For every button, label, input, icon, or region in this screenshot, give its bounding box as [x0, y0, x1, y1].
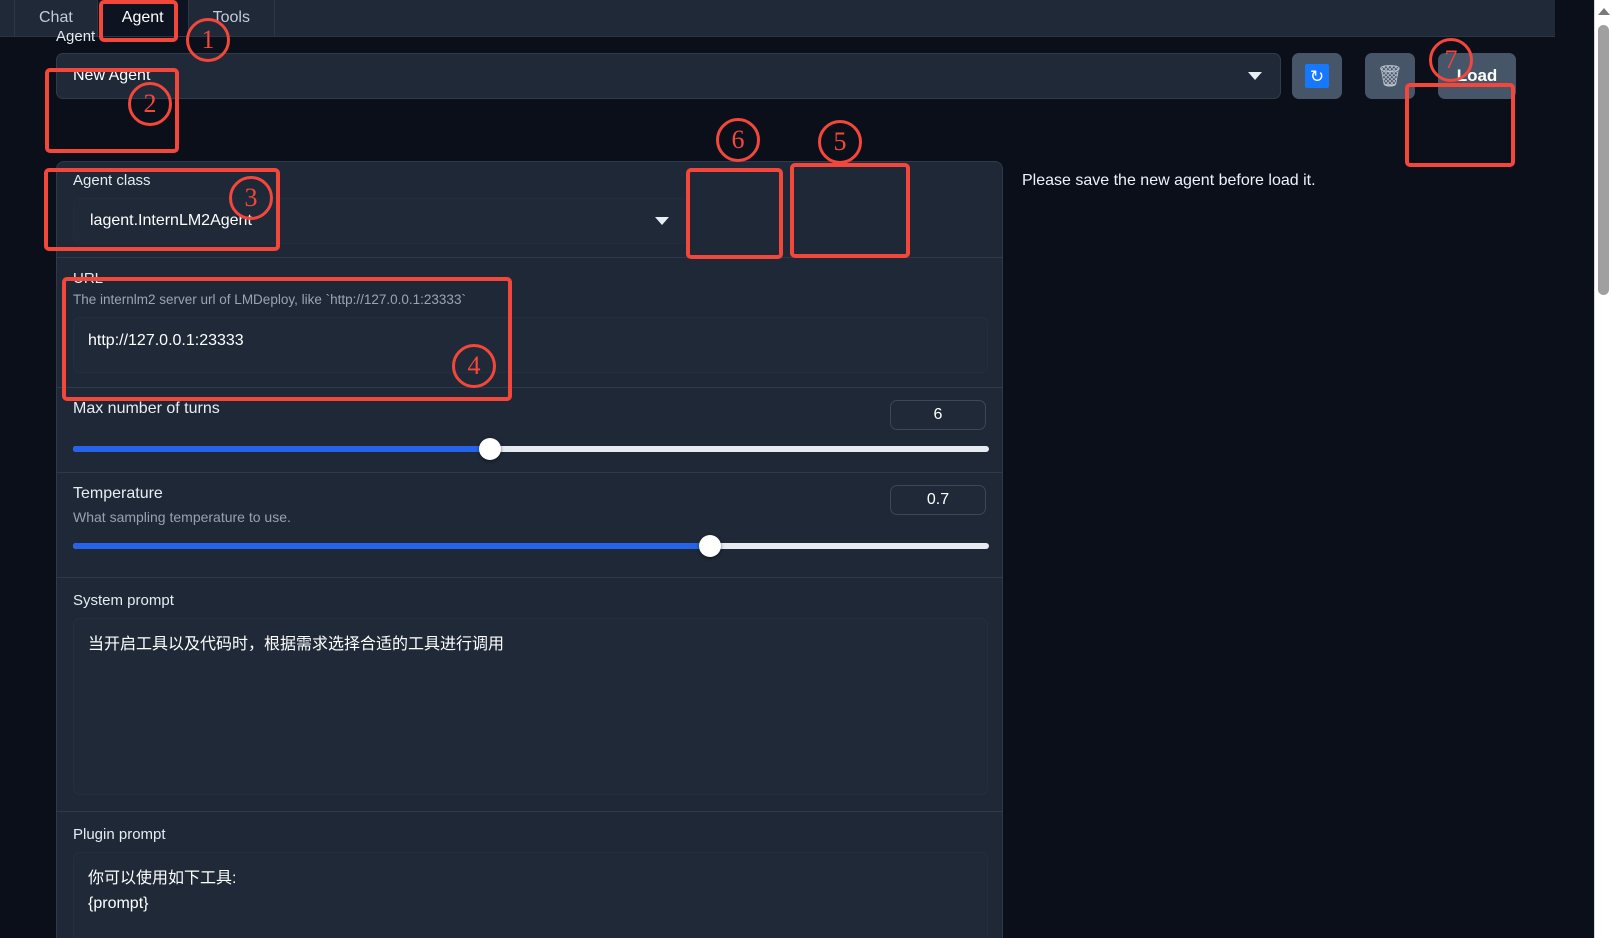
app-root: Chat Agent Tools Agent New Agent ↻ 🗑 Loa…	[0, 0, 1612, 938]
annotation-marker-6: 6	[716, 118, 760, 162]
status-message: Please save the new agent before load it…	[1022, 172, 1316, 189]
max-turns-row: Max number of turns 6	[57, 388, 1002, 473]
url-label: URL	[73, 270, 104, 287]
page-scrollbar[interactable]	[1594, 0, 1612, 938]
delete-button[interactable]: 🗑	[1365, 53, 1415, 99]
refresh-icon: ↻	[1305, 64, 1329, 88]
temperature-row: Temperature What sampling temperature to…	[57, 473, 1002, 578]
max-turns-value[interactable]: 6	[890, 400, 986, 430]
agent-class-label: Agent class	[73, 172, 151, 189]
temperature-help-text: What sampling temperature to use.	[73, 509, 291, 525]
load-button[interactable]: Load	[1438, 53, 1516, 99]
agent-selector-label: Agent	[56, 28, 96, 45]
tab-agent-label: Agent	[121, 9, 164, 26]
agent-dropdown-value: New Agent	[73, 67, 151, 84]
temperature-value[interactable]: 0.7	[890, 485, 986, 515]
agent-class-dropdown[interactable]: lagent.InternLM2Agent	[73, 198, 688, 244]
url-input[interactable]	[73, 317, 988, 373]
trash-icon: 🗑	[1376, 64, 1404, 88]
refresh-button[interactable]: ↻	[1292, 53, 1342, 99]
max-turns-slider-knob[interactable]	[478, 438, 501, 460]
tab-tools-label: Tools	[212, 9, 250, 26]
tab-chat-label: Chat	[39, 9, 73, 26]
max-turns-slider[interactable]	[73, 438, 989, 460]
chevron-down-icon	[1248, 72, 1262, 80]
annotation-marker-5: 5	[818, 120, 862, 164]
agent-settings-panel: Agent class lagent.InternLM2Agent URL Th…	[56, 161, 1003, 938]
agent-class-value: lagent.InternLM2Agent	[90, 212, 252, 229]
url-row: URL The internlm2 server url of LMDeploy…	[57, 258, 1002, 388]
plugin-prompt-label: Plugin prompt	[73, 826, 166, 843]
temperature-label: Temperature	[73, 485, 163, 502]
url-help-text: The internlm2 server url of LMDeploy, li…	[73, 292, 466, 307]
system-prompt-row: System prompt	[57, 578, 1002, 812]
temperature-slider-knob[interactable]	[698, 535, 721, 557]
scrollbar-thumb[interactable]	[1598, 25, 1609, 295]
temperature-slider-fill	[73, 543, 710, 549]
plugin-prompt-row: Plugin prompt	[57, 812, 1002, 938]
scroll-up-arrow-icon[interactable]	[1597, 8, 1610, 15]
chevron-down-icon	[655, 217, 669, 225]
agent-selector-row: Agent New Agent ↻ 🗑 Load	[42, 28, 1517, 104]
system-prompt-label: System prompt	[73, 592, 174, 609]
temperature-slider[interactable]	[73, 535, 989, 557]
agent-class-row: Agent class lagent.InternLM2Agent	[57, 162, 1002, 258]
agent-dropdown[interactable]: New Agent	[56, 53, 1281, 99]
system-prompt-input[interactable]	[73, 618, 988, 795]
max-turns-slider-fill	[73, 446, 490, 452]
plugin-prompt-input[interactable]	[73, 852, 988, 938]
max-turns-label: Max number of turns	[73, 400, 220, 417]
